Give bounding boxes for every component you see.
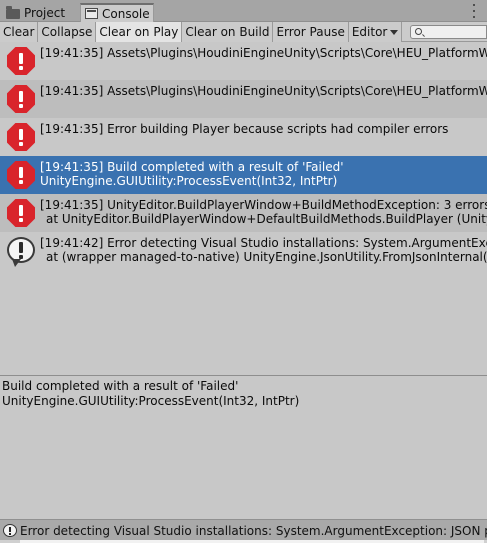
error-icon [7, 47, 35, 75]
search-input[interactable] [425, 26, 485, 38]
log-entry-selected[interactable]: [19:41:35] Build completed with a result… [0, 156, 487, 194]
tab-project-label: Project [24, 5, 66, 20]
log-entry-message: [19:41:35] UnityEditor.BuildPlayerWindow… [40, 198, 487, 212]
log-entry[interactable]: [19:41:42] Error detecting Visual Studio… [0, 232, 487, 270]
editor-dropdown-label: Editor [351, 25, 388, 39]
log-entry-stacktrace: at (wrapper managed-to-native) UnityEngi… [46, 250, 487, 264]
error-pause-toggle[interactable]: Error Pause [273, 22, 349, 42]
folder-icon [6, 5, 20, 19]
log-entry-stacktrace: at UnityEditor.BuildPlayerWindow+Default… [46, 212, 487, 226]
detail-line: UnityEngine.GUIUtility:ProcessEvent(Int3… [2, 394, 300, 408]
log-entry-message: [19:41:35] Build completed with a result… [40, 160, 344, 174]
log-entry[interactable]: [19:41:35] Assets\Plugins\HoudiniEngineU… [0, 42, 487, 80]
error-icon [7, 161, 35, 189]
tab-console-label: Console [102, 6, 150, 21]
search-field[interactable] [410, 25, 487, 39]
warning-icon [7, 237, 35, 267]
console-toolbar: Clear Collapse Clear on Play Clear on Bu… [0, 22, 487, 42]
warning-icon [3, 524, 17, 537]
error-icon [7, 123, 35, 151]
log-entry[interactable]: [19:41:35] UnityEditor.BuildPlayerWindow… [0, 194, 487, 232]
log-entry[interactable]: [19:41:35] Assets\Plugins\HoudiniEngineU… [0, 80, 487, 118]
more-options-icon[interactable] [471, 4, 477, 18]
log-entry-message: [19:41:35] Error building Player because… [40, 122, 449, 136]
search-icon [415, 28, 422, 35]
log-entry[interactable]: [19:41:35] Error building Player because… [0, 118, 487, 156]
editor-dropdown[interactable]: Editor [348, 22, 403, 42]
status-bar[interactable]: Error detecting Visual Studio installati… [0, 519, 487, 543]
detail-line: Build completed with a result of 'Failed… [2, 379, 239, 393]
chevron-down-icon [390, 29, 399, 35]
log-entry-message: [19:41:35] Assets\Plugins\HoudiniEngineU… [40, 46, 487, 60]
status-message: Error detecting Visual Studio installati… [20, 524, 487, 538]
collapse-toggle[interactable]: Collapse [38, 22, 97, 42]
clear-on-play-toggle[interactable]: Clear on Play [96, 22, 183, 42]
console-log-list[interactable]: [19:41:35] Assets\Plugins\HoudiniEngineU… [0, 42, 487, 375]
log-entry-stacktrace: UnityEngine.GUIUtility:ProcessEvent(Int3… [40, 174, 338, 188]
clear-button[interactable]: Clear [0, 22, 39, 42]
log-entry-message: [19:41:42] Error detecting Visual Studio… [40, 236, 487, 250]
error-icon [7, 85, 35, 113]
tab-project[interactable]: Project [2, 3, 78, 22]
error-icon [7, 199, 35, 227]
log-detail-pane[interactable]: Build completed with a result of 'Failed… [0, 376, 487, 519]
clear-on-build-toggle[interactable]: Clear on Build [182, 22, 274, 42]
console-icon [85, 8, 98, 19]
log-entry-message: [19:41:35] Assets\Plugins\HoudiniEngineU… [40, 84, 487, 98]
window-tab-bar: Project Console [0, 0, 487, 22]
tab-console[interactable]: Console [80, 3, 154, 22]
